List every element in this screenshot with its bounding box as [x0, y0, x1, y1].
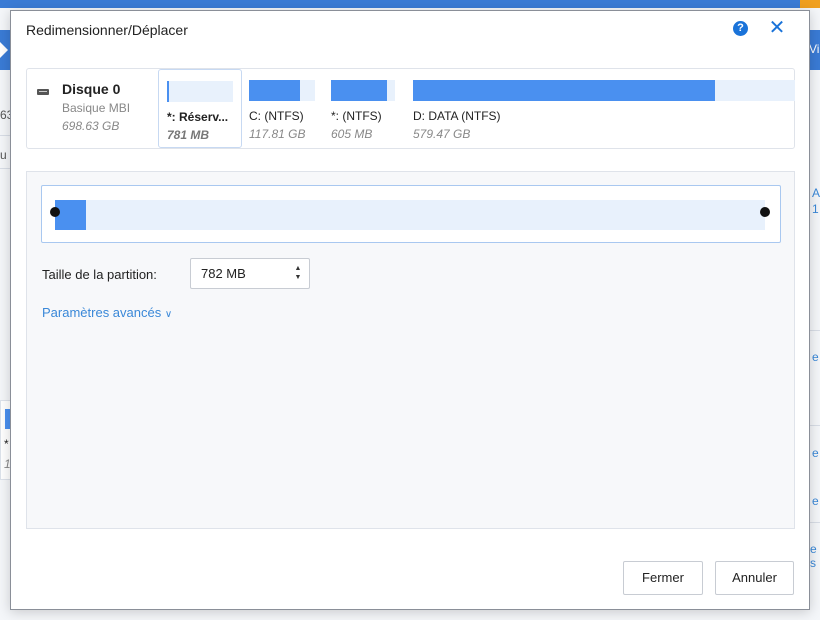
- play-icon: [0, 42, 8, 58]
- partition-size: 781 MB: [167, 128, 210, 142]
- background-text: u: [0, 148, 7, 162]
- partition-usage-bar: [167, 81, 233, 102]
- partition-usage-bar: [331, 80, 395, 101]
- advanced-settings-label: Paramètres avancés: [42, 305, 162, 320]
- background-text: Vi: [809, 42, 820, 56]
- partition-size: 117.81 GB: [249, 127, 306, 141]
- slider-used-space: [55, 200, 87, 230]
- disk-name: Disque 0: [62, 81, 121, 97]
- partition-usage-fill: [413, 80, 715, 101]
- partition-size-stepper[interactable]: 782 MB ▲ ▼: [190, 258, 310, 289]
- partition-ntfs-small[interactable]: *: (NTFS) 605 MB: [331, 69, 401, 146]
- disk-map: Disque 0 Basique MBI 698.63 GB *: Réserv…: [26, 68, 795, 149]
- background-text: e: [812, 446, 819, 460]
- right-resize-handle[interactable]: [760, 207, 770, 217]
- partition-d-data[interactable]: D: DATA (NTFS) 579.47 GB: [413, 69, 797, 146]
- partition-reserved[interactable]: *: Réserv... 781 MB: [158, 69, 242, 148]
- advanced-settings-link[interactable]: Paramètres avancés ∨: [42, 305, 172, 320]
- partition-usage-fill: [331, 80, 388, 101]
- cancel-button[interactable]: Annuler: [715, 561, 794, 595]
- partition-usage-bar: [249, 80, 315, 101]
- slider-track[interactable]: [55, 200, 765, 230]
- background-text: e: [812, 350, 819, 364]
- hard-drive-icon: [37, 89, 49, 95]
- partition-usage-fill: [249, 80, 301, 101]
- partition-usage-fill: [167, 81, 169, 102]
- close-icon[interactable]: ✕: [767, 17, 787, 39]
- partition-label: *: (NTFS): [331, 109, 382, 123]
- background-accent: [800, 0, 820, 8]
- partition-c[interactable]: C: (NTFS) 117.81 GB: [249, 69, 319, 146]
- background-toolbar: [0, 0, 820, 8]
- resize-move-dialog: Redimensionner/Déplacer ? ✕ Disque 0 Bas…: [10, 10, 810, 610]
- partition-size-label: Taille de la partition:: [42, 267, 157, 282]
- partition-label: *: Réserv...: [167, 110, 229, 124]
- disk-size: 698.63 GB: [62, 119, 120, 133]
- resize-panel: Taille de la partition: 782 MB ▲ ▼ Paramè…: [26, 171, 795, 529]
- background-text: A: [812, 186, 820, 200]
- partition-size: 579.47 GB: [413, 127, 471, 141]
- close-button[interactable]: Fermer: [623, 561, 703, 595]
- partition-size: 605 MB: [331, 127, 373, 141]
- partition-label: C: (NTFS): [249, 109, 304, 123]
- background-text: 1: [812, 202, 819, 216]
- partition-size-value[interactable]: 782 MB: [201, 266, 246, 281]
- disk-type: Basique MBI: [62, 101, 131, 115]
- partition-usage-bar: [413, 80, 795, 101]
- partition-resize-slider[interactable]: [41, 185, 781, 243]
- chevron-down-icon: ∨: [164, 309, 173, 320]
- left-resize-handle[interactable]: [50, 207, 60, 217]
- background-text: e s: [810, 542, 817, 570]
- help-icon[interactable]: ?: [733, 21, 748, 36]
- background-text: e: [812, 494, 819, 508]
- partition-label: D: DATA (NTFS): [413, 109, 501, 123]
- background-text: *: [4, 437, 9, 451]
- spin-arrows-icon[interactable]: ▲ ▼: [293, 264, 303, 282]
- dialog-title: Redimensionner/Déplacer: [26, 22, 188, 38]
